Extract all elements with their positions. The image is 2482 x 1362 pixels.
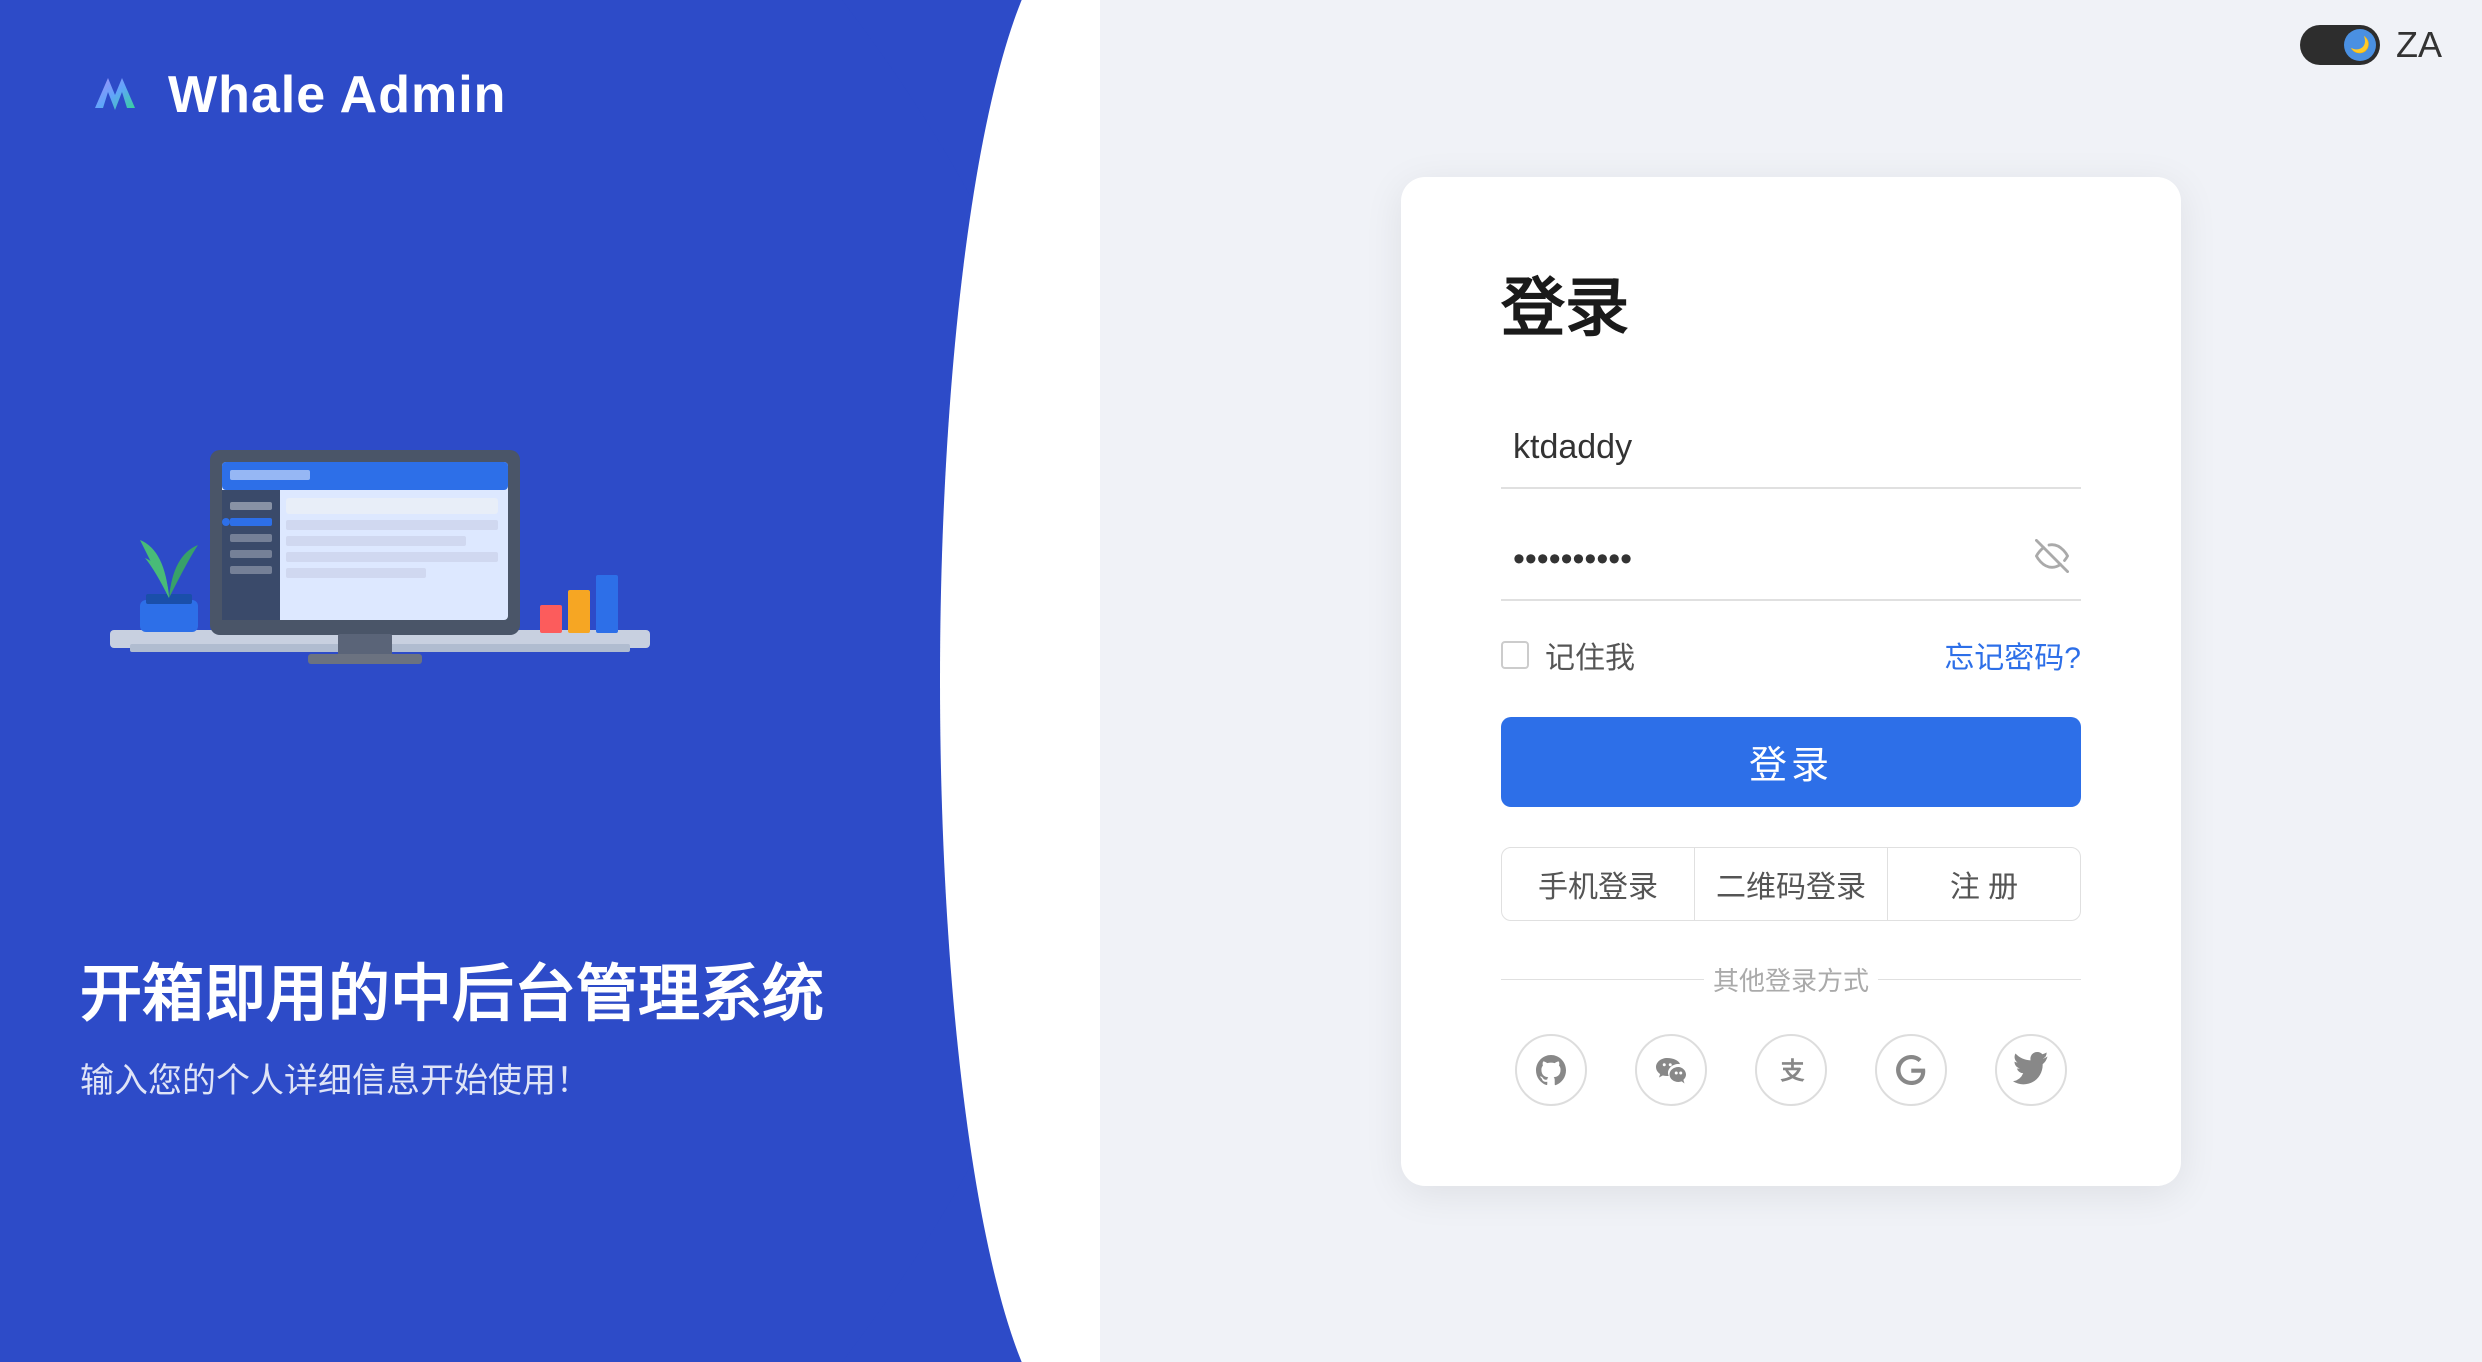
username-input[interactable]: [1501, 409, 2081, 489]
forgot-password-link[interactable]: 忘记密码?: [1944, 633, 2081, 677]
tab-register[interactable]: 注 册: [1888, 848, 2080, 920]
tagline-sub: 输入您的个人详细信息开始使用！: [80, 1053, 824, 1102]
login-button[interactable]: 登录: [1501, 717, 2081, 807]
alt-login-tabs: 手机登录 二维码登录 注 册: [1501, 847, 2081, 921]
dark-mode-toggle[interactable]: 🌙: [2300, 25, 2380, 65]
hero-illustration: [80, 250, 680, 730]
tagline: 开箱即用的中后台管理系统 输入您的个人详细信息开始使用！: [80, 943, 824, 1102]
toggle-password-icon[interactable]: [2035, 539, 2069, 582]
tagline-main: 开箱即用的中后台管理系统: [80, 943, 824, 1033]
remember-me-label[interactable]: 记住我: [1501, 633, 1635, 677]
toggle-knob: 🌙: [2344, 29, 2376, 61]
social-icons-row: 支: [1501, 1034, 2081, 1106]
svg-text:支: 支: [1781, 1058, 1806, 1085]
app-logo: [80, 60, 150, 130]
remember-label: 记住我: [1545, 633, 1635, 677]
social-divider: 其他登录方式: [1501, 961, 2081, 998]
remember-checkbox[interactable]: [1501, 641, 1529, 669]
username-group: [1501, 409, 2081, 489]
app-header: Whale Admin: [80, 60, 506, 130]
wechat-login-icon[interactable]: [1635, 1034, 1707, 1106]
password-group: [1501, 521, 2081, 601]
login-title: 登录: [1501, 257, 2081, 349]
password-wrapper: [1501, 521, 2081, 601]
app-title: Whale Admin: [168, 65, 506, 125]
language-toggle[interactable]: ZA: [2396, 24, 2442, 66]
github-login-icon[interactable]: [1515, 1034, 1587, 1106]
tab-phone-login[interactable]: 手机登录: [1502, 848, 1695, 920]
moon-icon: 🌙: [2350, 35, 2370, 55]
password-input[interactable]: [1501, 521, 2081, 601]
google-login-icon[interactable]: [1875, 1034, 1947, 1106]
tab-qrcode-login[interactable]: 二维码登录: [1695, 848, 1888, 920]
alipay-login-icon[interactable]: 支: [1755, 1034, 1827, 1106]
login-card: 登录 记住我: [1401, 177, 2181, 1186]
twitter-login-icon[interactable]: [1995, 1034, 2067, 1106]
left-panel: Whale Admin: [0, 0, 1100, 1362]
right-panel: 🌙 ZA 登录: [1100, 0, 2482, 1362]
top-right-controls: 🌙 ZA: [2300, 24, 2442, 66]
form-options: 记住我 忘记密码?: [1501, 633, 2081, 677]
